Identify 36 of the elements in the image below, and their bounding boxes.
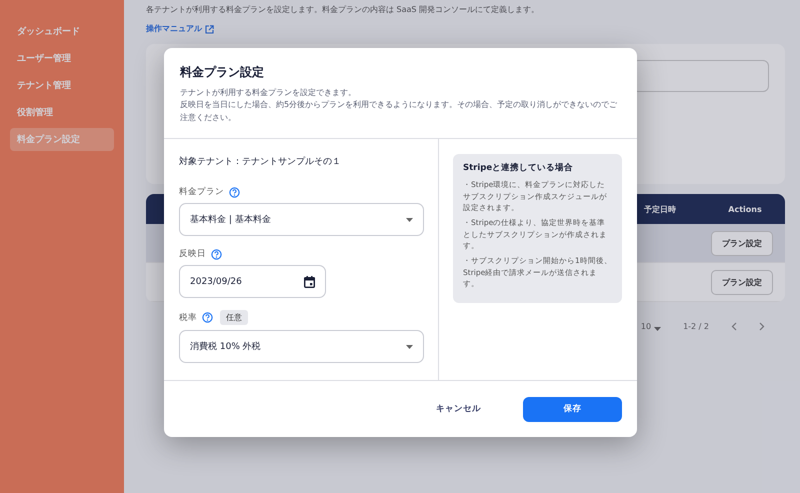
previous-icon[interactable] <box>731 322 737 331</box>
sidebar-item[interactable]: ユーザー管理 <box>10 47 114 70</box>
date-field[interactable]: 2023/09/26 <box>179 265 326 298</box>
field-label: 税率 <box>179 312 197 324</box>
plan-button[interactable]: プラン設定 <box>711 230 773 256</box>
help-icon[interactable] <box>202 312 213 324</box>
page-size-select[interactable]: 10 <box>640 322 652 331</box>
dialog-description: テナントが利用する料金プランを設定できます。 <box>180 87 357 99</box>
select-field[interactable]: 消費税 10% 外税 <box>179 330 424 364</box>
caret-icon <box>406 344 413 349</box>
caret-icon <box>406 218 413 222</box>
plan-button[interactable]: プラン設定 <box>711 270 773 294</box>
caret-icon <box>654 327 662 331</box>
column-header: Actions <box>727 204 763 214</box>
select-field[interactable]: 基本料金 | 基本料金 <box>179 203 424 236</box>
external-link-icon[interactable] <box>205 25 214 34</box>
field-label: 料金プラン <box>179 186 224 198</box>
help-icon[interactable] <box>211 248 222 260</box>
manual-link[interactable]: 操作マニュアル <box>146 23 202 34</box>
target-tenant: 対象テナント：テナントサンプルその１ <box>179 155 342 168</box>
dialog-description: 反映日を当日にした場合、約5分後からプランを利用できるようになります。その場合、予定の取り消しができないのでご注意ください。 <box>180 99 618 124</box>
help-icon[interactable] <box>229 186 240 198</box>
info-title: Stripeと連携している場合 <box>463 162 574 174</box>
page-range: 1-2 / 2 <box>683 322 709 331</box>
page-description: 各テナントが利用する料金プランを設定します。料金プランの内容は SaaS 開発コンソールにて定義します。 <box>146 4 540 15</box>
optional-badge: 任意 <box>220 310 248 326</box>
calendar-icon[interactable] <box>304 276 315 288</box>
field-label: 反映日 <box>179 248 206 260</box>
sidebar-item[interactable]: 役割管理 <box>10 101 114 124</box>
dialog-title: 料金プラン設定 <box>180 64 265 81</box>
cancel-button[interactable]: キャンセル <box>426 396 491 422</box>
sidebar-item[interactable]: テナント管理 <box>10 74 114 97</box>
sidebar-item[interactable]: ダッシュボード <box>10 20 114 43</box>
save-button[interactable]: 保存 <box>523 396 622 422</box>
next-icon[interactable] <box>759 322 765 331</box>
column-header: 予定日時 <box>643 204 677 214</box>
